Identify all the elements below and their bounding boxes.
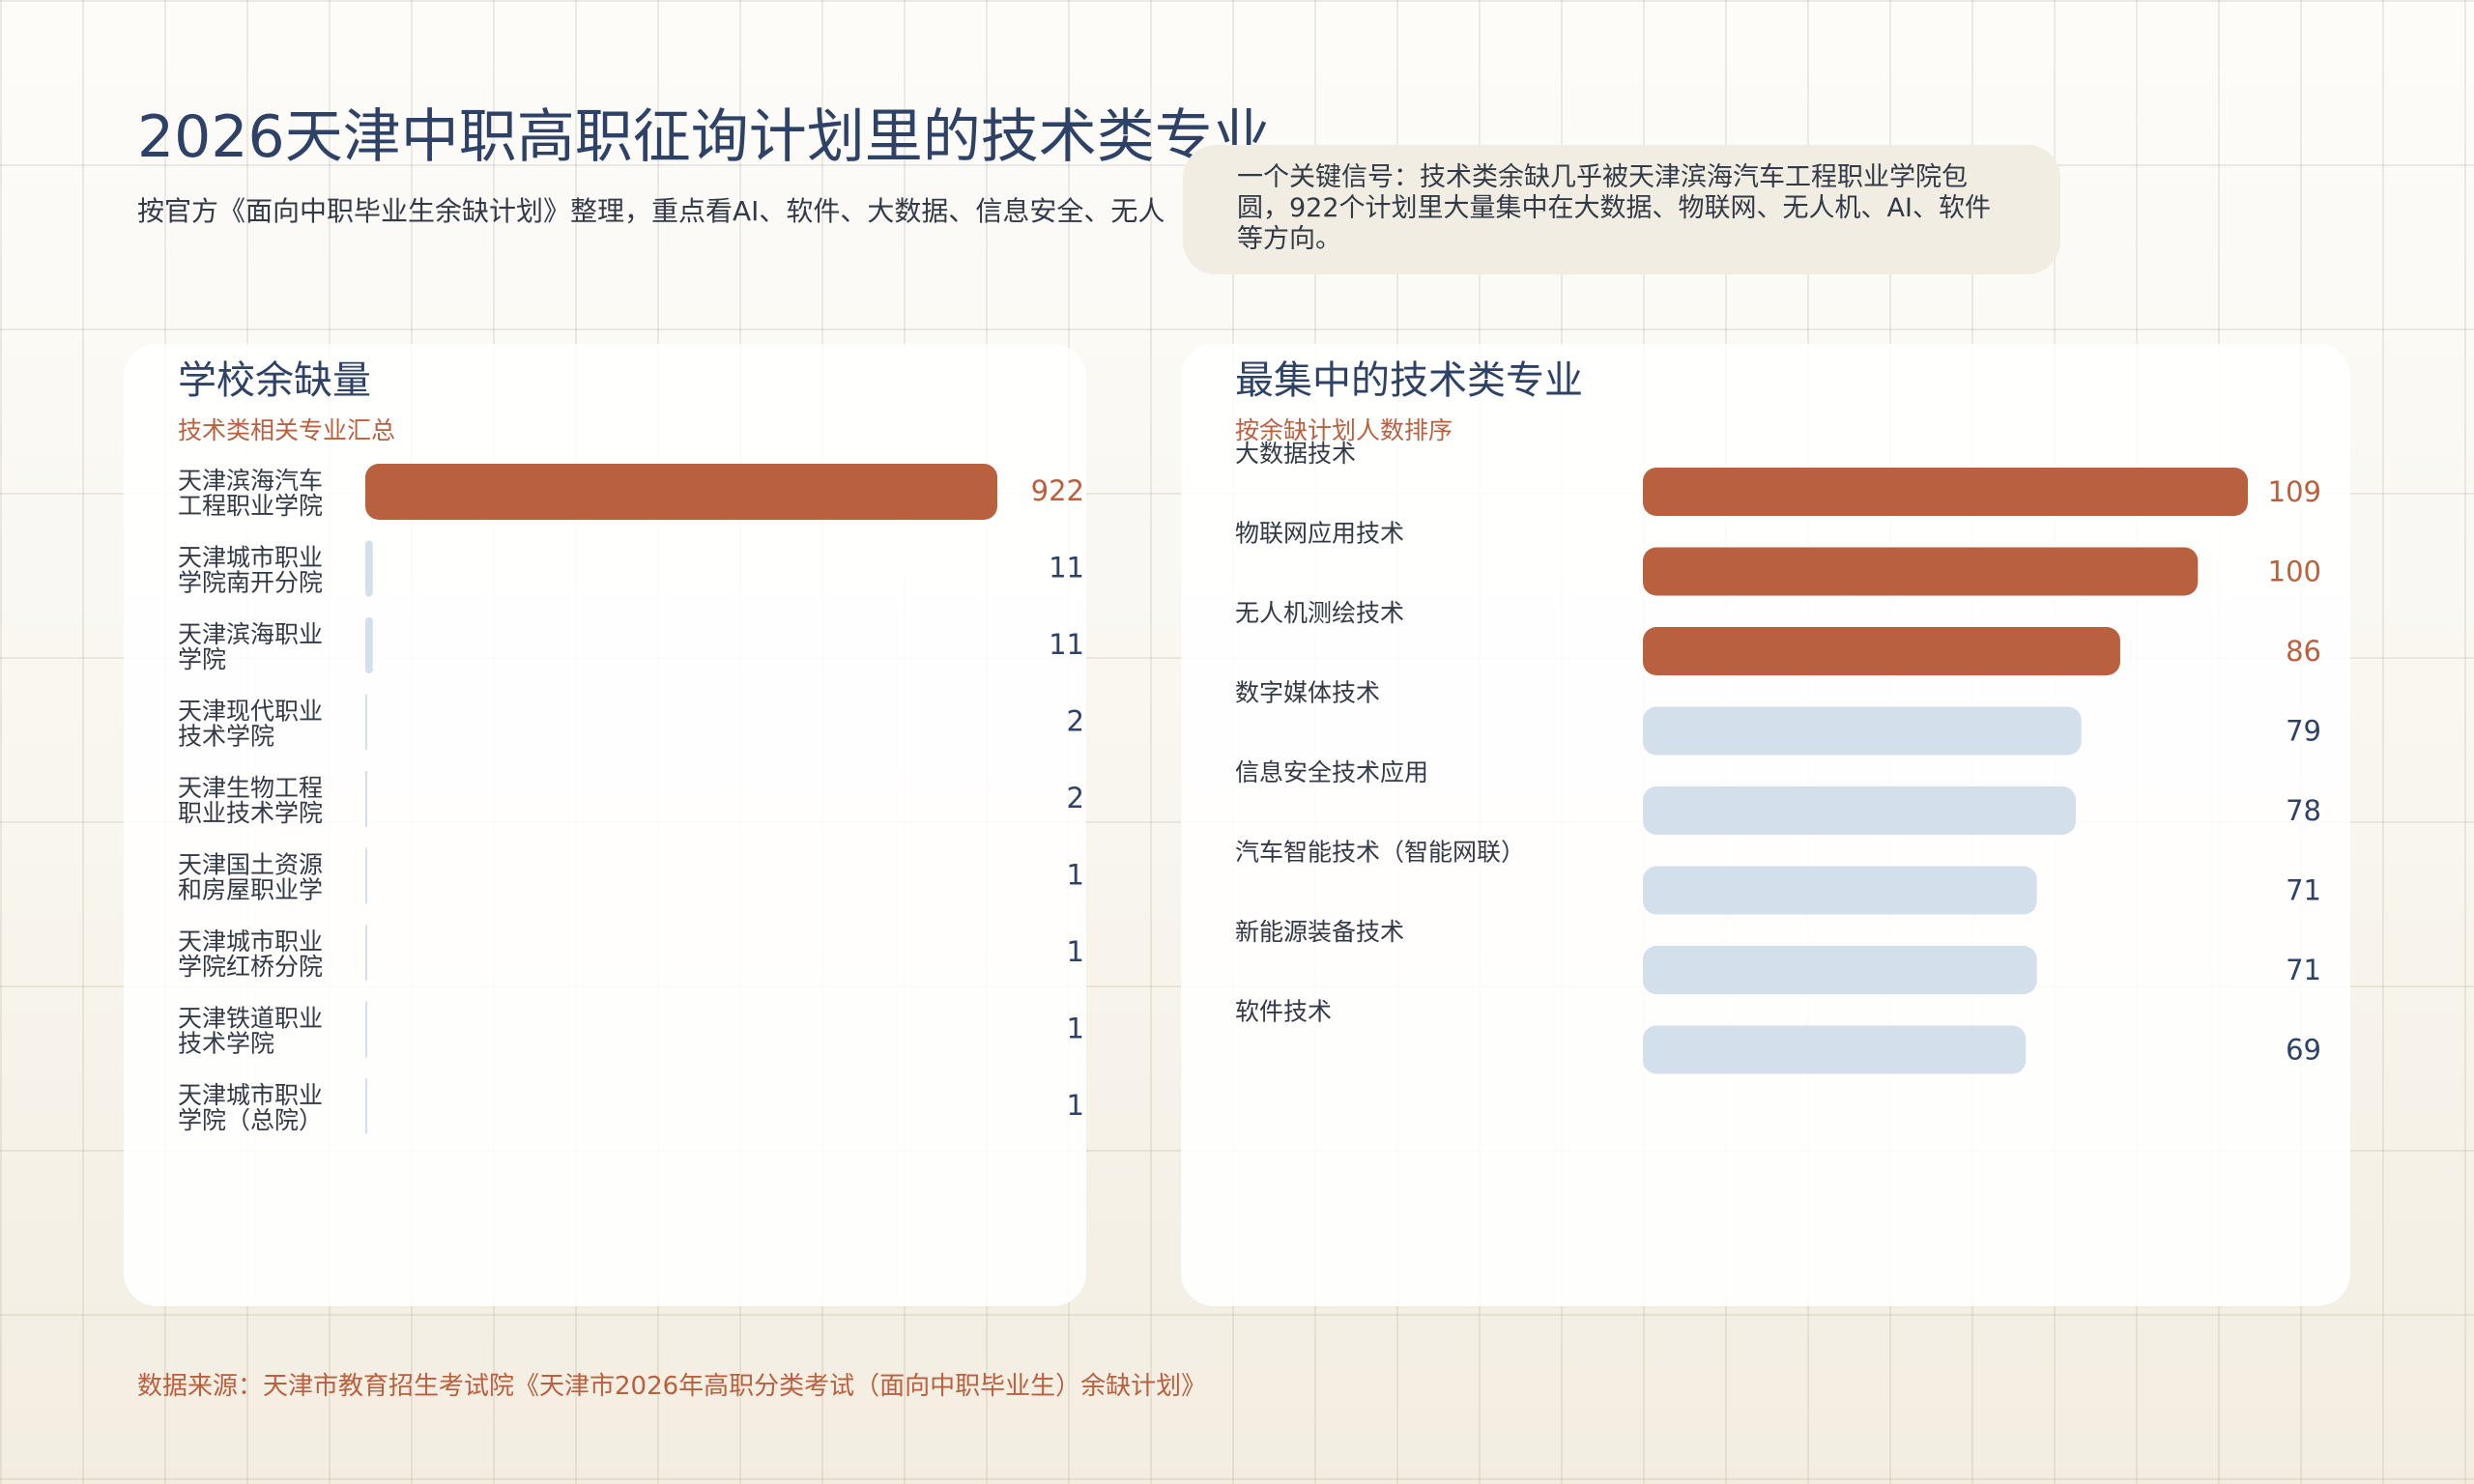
school-label-2-line-2: 学院南开分院 — [178, 569, 323, 597]
school-bar-4 — [365, 694, 367, 751]
school-value-4: 2 — [1067, 705, 1084, 738]
school-bar-1 — [365, 464, 997, 520]
school-bar-chart: 天津滨海汽车工程职业学院 922天津城市职业学院南开分院 11天津滨海职业学院 11天… — [178, 464, 1084, 1134]
school-bar-3 — [365, 617, 373, 673]
key-signal-callout: 一个关键信号：技术类余缺几乎被天津滨海汽车工程职业学院包圆，922个计划里大量集… — [1183, 145, 2060, 274]
school-label-5-line-1: 天津生物工程 — [178, 774, 323, 802]
major-label-6: 汽车智能技术（智能网联） — [1235, 839, 1525, 867]
school-label-4-line-1: 天津现代职业 — [178, 698, 323, 726]
school-bar-5 — [365, 771, 367, 827]
major-bar-3 — [1643, 627, 2120, 675]
major-bar-6 — [1643, 866, 2037, 915]
school-value-3: 11 — [1049, 628, 1084, 661]
school-label-1-line-1: 天津滨海汽车 — [178, 467, 323, 495]
major-value-6: 71 — [2286, 874, 2321, 907]
page-subtitle: 按官方《面向中职毕业生余缺计划》整理，重点看AI、软件、大数据、信息安全、无人 — [137, 195, 1165, 227]
school-value-1: 922 — [1031, 474, 1084, 507]
data-source-note: 数据来源：天津市教育招生考试院《天津市2026年高职分类考试（面向中职毕业生）余… — [137, 1372, 1207, 1401]
major-bar-5 — [1643, 786, 2076, 835]
school-bar-6 — [365, 847, 367, 904]
school-label-8-line-1: 天津铁道职业 — [178, 1005, 323, 1033]
school-label-9-line-1: 天津城市职业 — [178, 1081, 323, 1109]
school-label-1-line-2: 工程职业学院 — [178, 492, 323, 520]
major-value-7: 71 — [2286, 954, 2321, 986]
school-label-9-line-2: 学院（总院） — [178, 1106, 323, 1134]
school-chart-card: 学校余缺量 技术类相关专业汇总 天津滨海汽车 工程职业学院 922 天津城市职业 学院南… — [124, 344, 1086, 1306]
school-label-5-line-2: 职业技术学院 — [178, 799, 323, 827]
school-value-6: 1 — [1067, 859, 1084, 892]
callout-text: 一个关键信号：技术类余缺几乎被天津滨海汽车工程职业学院包圆，922个计划里大量集… — [1237, 162, 1991, 254]
school-value-2: 11 — [1049, 552, 1084, 585]
major-value-5: 78 — [2286, 794, 2321, 827]
school-bar-8 — [365, 1001, 367, 1058]
school-label-3-line-1: 天津滨海职业 — [178, 620, 323, 648]
school-bar-2 — [365, 540, 373, 597]
major-label-8: 软件技术 — [1235, 998, 1332, 1026]
major-value-3: 86 — [2286, 635, 2321, 668]
major-value-2: 100 — [2268, 556, 2321, 588]
school-label-7-line-2: 学院红桥分院 — [178, 953, 323, 981]
major-bar-chart: 大数据技术 109 物联网应用技术 100 无人机测绘技术 86 数字媒体技术 79 信息安全技… — [1235, 440, 2321, 1074]
major-bar-4 — [1643, 706, 2082, 756]
school-value-8: 1 — [1067, 1013, 1084, 1045]
school-label-6-line-1: 天津国土资源 — [178, 851, 323, 879]
school-value-5: 2 — [1067, 782, 1084, 814]
major-label-1: 大数据技术 — [1235, 440, 1356, 468]
major-value-1: 109 — [2268, 475, 2321, 508]
major-label-5: 信息安全技术应用 — [1235, 758, 1428, 786]
major-label-3: 无人机测绘技术 — [1235, 599, 1404, 627]
page-title: 2026天津中职高职征询计划里的技术类专业 — [137, 103, 1271, 171]
major-value-8: 69 — [2286, 1034, 2321, 1067]
school-label-4-line-2: 技术学院 — [178, 723, 274, 751]
school-label-6-line-2: 和房屋职业学 — [178, 876, 323, 904]
major-chart-card: 最集中的技术类专业 按余缺计划人数排序 大数据技术 109 物联网应用技术 100 无人… — [1181, 344, 2350, 1306]
major-label-4: 数字媒体技术 — [1235, 679, 1380, 707]
major-bar-2 — [1643, 547, 2199, 596]
major-bar-1 — [1643, 468, 2248, 516]
school-bar-9 — [365, 1078, 367, 1134]
school-value-7: 1 — [1067, 935, 1084, 968]
major-label-7: 新能源装备技术 — [1235, 918, 1404, 946]
school-label-3-line-2: 学院 — [178, 645, 226, 673]
school-value-9: 1 — [1067, 1089, 1084, 1122]
school-label-2-line-1: 天津城市职业 — [178, 544, 323, 572]
major-value-4: 79 — [2286, 715, 2321, 748]
major-bar-8 — [1643, 1025, 2027, 1074]
major-bar-7 — [1643, 946, 2037, 994]
school-bar-7 — [365, 925, 367, 981]
school-label-8-line-2: 技术学院 — [178, 1030, 274, 1058]
major-label-2: 物联网应用技术 — [1235, 520, 1404, 548]
school-label-7-line-1: 天津城市职业 — [178, 928, 323, 956]
